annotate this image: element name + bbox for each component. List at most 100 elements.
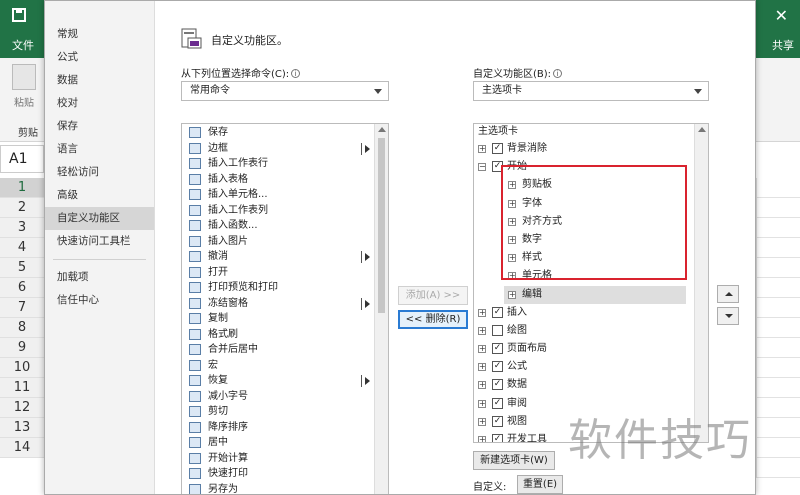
command-item[interactable]: 减小字号	[182, 389, 388, 405]
share-button[interactable]: 共享	[772, 37, 794, 53]
expand-icon[interactable]: +	[508, 290, 516, 299]
command-item[interactable]: 撤消	[182, 249, 388, 265]
tab-checkbox[interactable]: ✓	[492, 306, 503, 318]
tree-node[interactable]: + 绘图	[474, 322, 708, 340]
close-icon[interactable]: ✕	[775, 6, 788, 25]
tree-node[interactable]: + ✓ 页面布局	[474, 340, 708, 358]
nav-item[interactable]: 常规	[45, 23, 154, 46]
nav-item[interactable]: 语言	[45, 138, 154, 161]
nav-item[interactable]: 轻松访问	[45, 161, 154, 184]
expand-icon[interactable]: +	[478, 417, 486, 426]
tab-checkbox[interactable]	[492, 324, 503, 336]
command-item[interactable]: 另存为	[182, 482, 388, 494]
tree-node[interactable]: + 对齐方式	[474, 213, 708, 231]
tree-scrollbar[interactable]	[694, 124, 708, 442]
command-item[interactable]: 居中	[182, 435, 388, 451]
command-item[interactable]: 剪切	[182, 404, 388, 420]
expand-icon[interactable]: +	[478, 345, 486, 354]
move-down-button[interactable]	[717, 307, 739, 325]
command-item[interactable]: 恢复	[182, 373, 388, 389]
name-box[interactable]: A1	[0, 145, 44, 173]
command-item[interactable]: 复制	[182, 311, 388, 327]
tree-node[interactable]: + 样式	[474, 249, 708, 267]
expand-icon[interactable]: +	[508, 217, 516, 226]
nav-item[interactable]: 加载项	[45, 266, 154, 289]
tab-checkbox[interactable]: ✓	[492, 397, 503, 409]
row-header[interactable]: 11	[0, 378, 44, 398]
tree-node[interactable]: + ✓ 公式	[474, 358, 708, 376]
expand-icon[interactable]: +	[478, 381, 486, 390]
tree-node[interactable]: + 字体	[474, 195, 708, 213]
ribbon-tree[interactable]: 主选项卡 + ✓ 背景消除 − ✓ 开始 + 剪贴板 + 字体 + 对齐方式 + 数字 + 样式 + 单元格 + 编辑…	[473, 123, 709, 443]
scroll-up-icon[interactable]	[698, 127, 706, 132]
command-item[interactable]: 插入图片	[182, 234, 388, 250]
expand-icon[interactable]: +	[478, 399, 486, 408]
tab-checkbox[interactable]: ✓	[492, 343, 503, 355]
choose-commands-select[interactable]: 常用命令	[181, 81, 389, 101]
reset-button[interactable]: 重置(E)	[517, 475, 563, 494]
command-item[interactable]: 格式刷	[182, 327, 388, 343]
tree-node[interactable]: + ✓ 数据	[474, 376, 708, 394]
tab-checkbox[interactable]: ✓	[492, 143, 503, 154]
expand-icon[interactable]: +	[508, 235, 516, 244]
tab-checkbox[interactable]: ✓	[492, 434, 503, 442]
scroll-thumb[interactable]	[378, 138, 385, 313]
expand-icon[interactable]: +	[478, 363, 486, 372]
scroll-up-icon[interactable]	[378, 127, 386, 132]
expand-icon[interactable]: +	[478, 436, 486, 442]
paste-icon[interactable]	[12, 64, 36, 90]
row-header[interactable]: 7	[0, 298, 44, 318]
command-item[interactable]: 打印预览和打印	[182, 280, 388, 296]
expand-icon[interactable]: +	[478, 145, 486, 153]
nav-item[interactable]: 信任中心	[45, 289, 154, 312]
command-item[interactable]: 插入函数...	[182, 218, 388, 234]
tree-node[interactable]: + 数字	[474, 231, 708, 249]
tab-checkbox[interactable]: ✓	[492, 379, 503, 391]
row-header[interactable]: 5	[0, 258, 44, 278]
expand-icon[interactable]: +	[508, 254, 516, 263]
command-item[interactable]: 保存	[182, 125, 388, 141]
row-header[interactable]: 8	[0, 318, 44, 338]
nav-item[interactable]: 保存	[45, 115, 154, 138]
expand-icon[interactable]: +	[478, 308, 486, 317]
row-header[interactable]: 6	[0, 278, 44, 298]
nav-item[interactable]: 公式	[45, 46, 154, 69]
command-item[interactable]: 降序排序	[182, 420, 388, 436]
row-header[interactable]: 4	[0, 238, 44, 258]
command-item[interactable]: 宏	[182, 358, 388, 374]
expand-icon[interactable]: +	[508, 181, 516, 190]
row-header[interactable]: 14	[0, 438, 44, 458]
command-item[interactable]: 边框	[182, 141, 388, 157]
nav-item[interactable]: 校对	[45, 92, 154, 115]
row-header[interactable]: 10	[0, 358, 44, 378]
new-tab-button[interactable]: 新建选项卡(W)	[473, 451, 555, 470]
tree-node[interactable]: + 剪贴板	[474, 176, 708, 194]
save-icon[interactable]	[12, 8, 26, 22]
command-item[interactable]: 打开	[182, 265, 388, 281]
row-header[interactable]: 9	[0, 338, 44, 358]
commands-list[interactable]: 保存 边框 插入工作表行 插入表格 插入单元格... 插入工作表列 插入函数... 插入图片撤…	[181, 123, 389, 494]
command-item[interactable]: 开始计算	[182, 451, 388, 467]
tab-checkbox[interactable]: ✓	[492, 161, 503, 173]
nav-item[interactable]: 快速访问工具栏	[45, 230, 154, 253]
ribbon-tabs-select[interactable]: 主选项卡	[473, 81, 709, 101]
row-header[interactable]: 3	[0, 218, 44, 238]
row-header[interactable]: 1	[0, 178, 44, 198]
command-item[interactable]: 插入单元格...	[182, 187, 388, 203]
tab-checkbox[interactable]: ✓	[492, 415, 503, 427]
row-header[interactable]: 12	[0, 398, 44, 418]
tab-checkbox[interactable]: ✓	[492, 361, 503, 373]
tree-node[interactable]: + ✓ 插入	[474, 304, 708, 322]
command-item[interactable]: 冻结窗格	[182, 296, 388, 312]
expand-icon[interactable]: +	[478, 326, 486, 335]
command-item[interactable]: 合并后居中	[182, 342, 388, 358]
command-item[interactable]: 快速打印	[182, 466, 388, 482]
row-header[interactable]: 2	[0, 198, 44, 218]
commands-scrollbar[interactable]	[374, 124, 388, 494]
nav-item[interactable]: 数据	[45, 69, 154, 92]
expand-icon[interactable]: +	[508, 272, 516, 281]
expand-icon[interactable]: +	[508, 199, 516, 208]
file-tab[interactable]: 文件	[12, 37, 34, 53]
tree-node[interactable]: + 编辑	[504, 285, 686, 304]
command-item[interactable]: 插入工作表列	[182, 203, 388, 219]
